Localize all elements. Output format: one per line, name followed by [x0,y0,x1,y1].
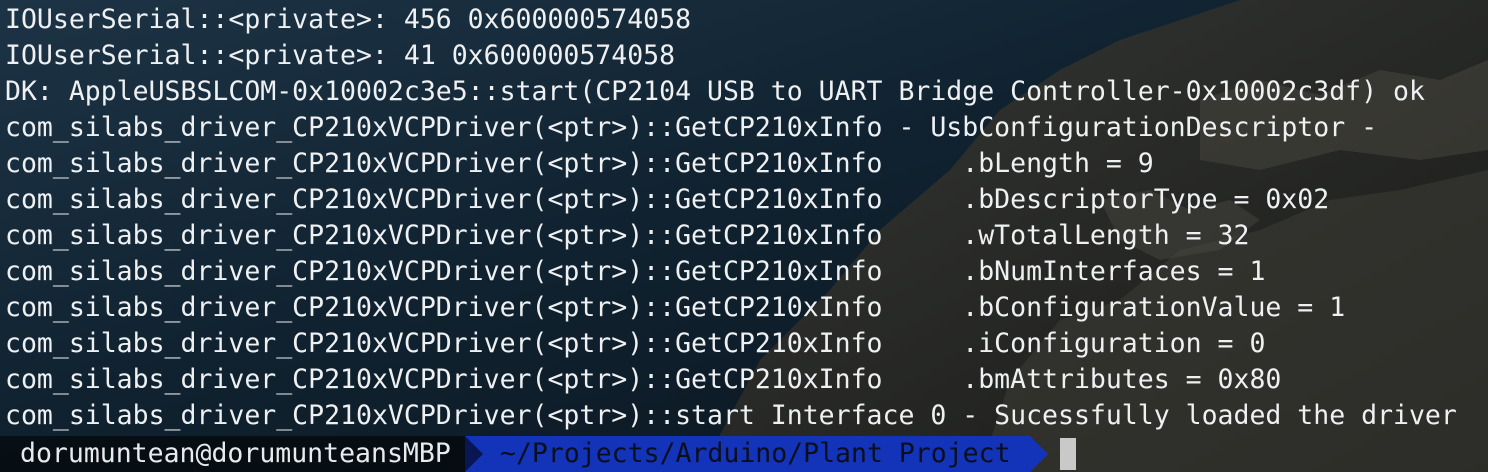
terminal-output-line: com_silabs_driver_CP210xVCPDriver(<ptr>)… [5,256,1266,287]
text-cursor[interactable] [1060,438,1076,470]
terminal-output-line: com_silabs_driver_CP210xVCPDriver(<ptr>)… [5,328,1266,359]
prompt-segment-arrow [465,436,483,472]
prompt-current-directory: ~/Projects/Arduino/Plant Project [465,436,1030,472]
terminal-output-line: com_silabs_driver_CP210xVCPDriver(<ptr>)… [5,148,1154,179]
terminal-output-line: com_silabs_driver_CP210xVCPDriver(<ptr>)… [5,400,1457,431]
terminal-output-line: com_silabs_driver_CP210xVCPDriver(<ptr>)… [5,220,1250,251]
terminal-output-line: IOUserSerial::<private>: 456 0x600000574… [5,4,692,35]
terminal-output-line: IOUserSerial::<private>: 41 0x6000005740… [5,40,676,71]
terminal-output-line: DK: AppleUSBSLCOM-0x10002c3e5::start(CP2… [5,76,1425,107]
terminal-output-line: com_silabs_driver_CP210xVCPDriver(<ptr>)… [5,364,1282,395]
shell-prompt[interactable]: dorumuntean@dorumunteansMBP ~/Projects/A… [0,436,1488,472]
terminal-output-line: com_silabs_driver_CP210xVCPDriver(<ptr>)… [5,184,1330,215]
prompt-user-host: dorumuntean@dorumunteansMBP [0,436,465,472]
prompt-segment-arrow-end [1030,436,1048,472]
terminal-output-line: com_silabs_driver_CP210xVCPDriver(<ptr>)… [5,112,1378,143]
terminal-window[interactable]: IOUserSerial::<private>: 456 0x600000574… [0,0,1488,472]
terminal-output-line: com_silabs_driver_CP210xVCPDriver(<ptr>)… [5,292,1346,323]
